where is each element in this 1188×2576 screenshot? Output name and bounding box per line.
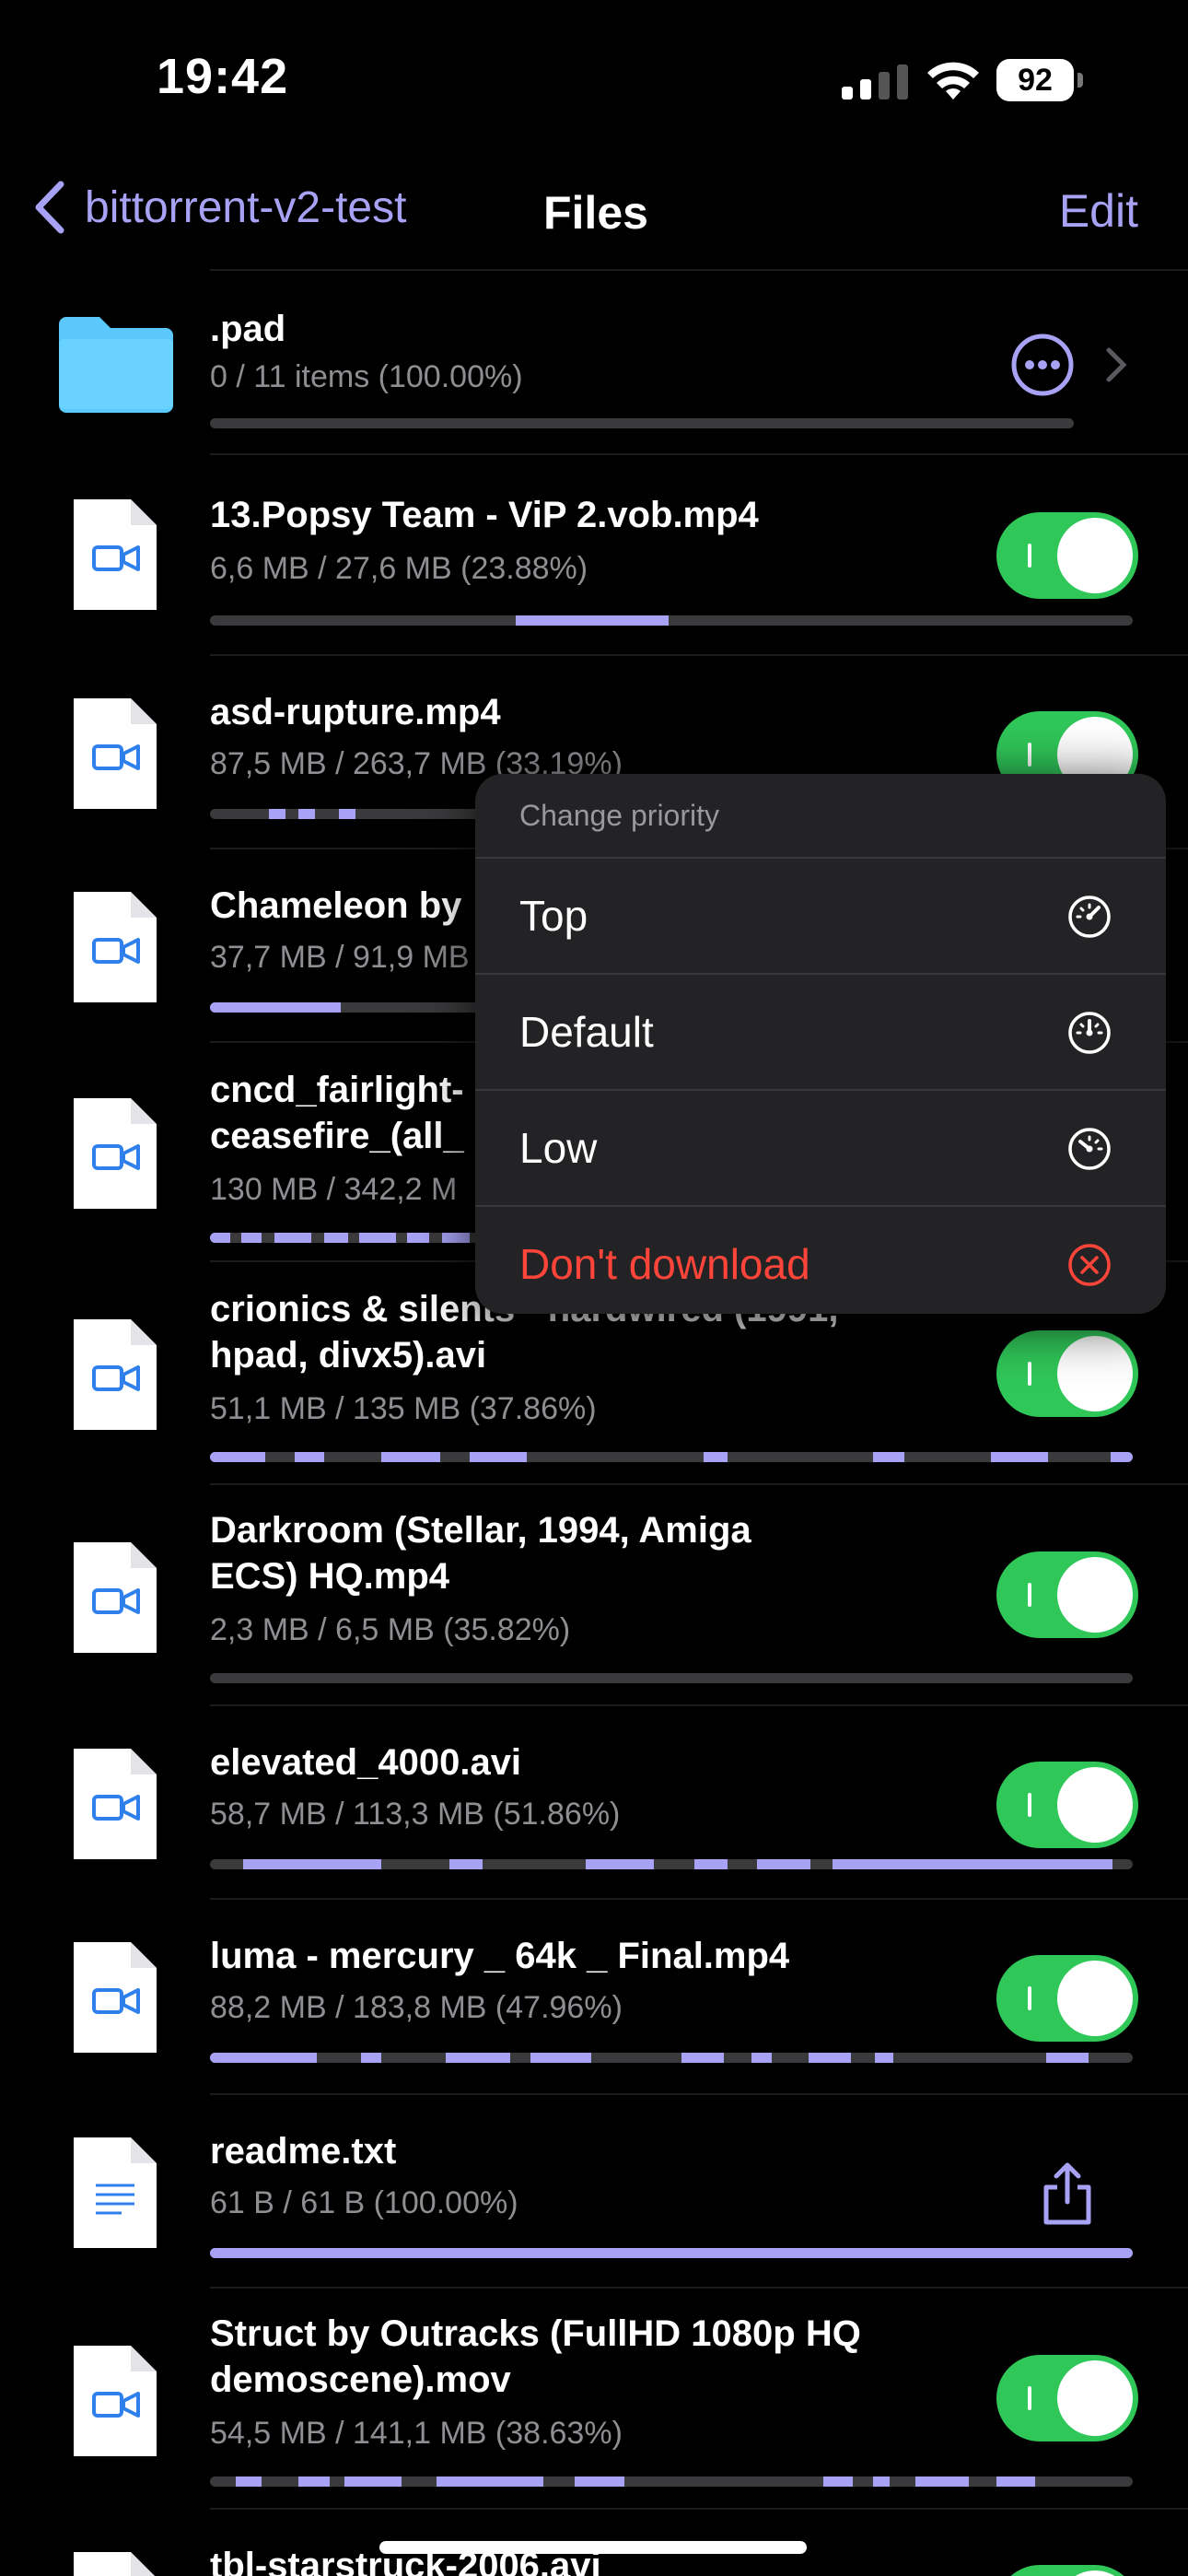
file-name: asd-rupture.mp4 bbox=[210, 692, 501, 732]
file-name-line2: ECS) HQ.mp4 bbox=[210, 1556, 450, 1597]
status-time: 19:42 bbox=[157, 49, 289, 104]
battery-level: 92 bbox=[996, 59, 1074, 101]
progress-bar bbox=[210, 615, 1133, 626]
list-item[interactable]: .pad 0 / 11 items (100.00%) bbox=[0, 271, 1188, 455]
menu-item-default[interactable]: Default bbox=[475, 975, 1166, 1091]
gauge-high-icon bbox=[1068, 896, 1111, 938]
file-meta: 2,3 MB / 6,5 MB (35.82%) bbox=[210, 1612, 571, 1647]
download-toggle[interactable] bbox=[996, 1762, 1138, 1848]
home-indicator[interactable] bbox=[379, 2541, 807, 2554]
file-name: .pad bbox=[210, 309, 286, 349]
list-item[interactable]: 13.Popsy Team - ViP 2.vob.mp4 6,6 MB / 2… bbox=[0, 455, 1188, 656]
file-meta: 37,7 MB / 91,9 MB bbox=[210, 940, 470, 975]
gauge-mid-icon bbox=[1068, 1012, 1111, 1054]
progress-bar bbox=[210, 1859, 1133, 1869]
battery-indicator: 92 bbox=[996, 59, 1084, 103]
menu-item-label: Top bbox=[519, 892, 588, 940]
back-button[interactable]: bittorrent-v2-test bbox=[29, 179, 406, 236]
status-bar: 19:42 92 bbox=[0, 0, 1188, 138]
list-item[interactable]: Darkroom (Stellar, 1994, Amiga ECS) HQ.m… bbox=[0, 1485, 1188, 1706]
file-meta: 88,2 MB / 183,8 MB (47.96%) bbox=[210, 1990, 623, 2025]
text-file-icon bbox=[74, 2137, 157, 2248]
list-item[interactable]: luma - mercury _ 64k _ Final.mp4 88,2 MB… bbox=[0, 1900, 1188, 2095]
file-name: 13.Popsy Team - ViP 2.vob.mp4 bbox=[210, 495, 759, 535]
video-file-icon bbox=[74, 1319, 157, 1430]
edit-button[interactable]: Edit bbox=[1059, 184, 1138, 238]
progress-bar bbox=[210, 2476, 1133, 2487]
download-toggle[interactable] bbox=[996, 1551, 1138, 1638]
x-circle-icon bbox=[1068, 1244, 1111, 1286]
menu-item-low[interactable]: Low bbox=[475, 1091, 1166, 1207]
progress-bar bbox=[210, 1452, 1133, 1462]
progress-bar bbox=[210, 1673, 1133, 1683]
file-meta: 51,1 MB / 135 MB (37.86%) bbox=[210, 1391, 597, 1426]
file-name-line1: cncd_fairlight- bbox=[210, 1070, 464, 1110]
video-file-icon bbox=[74, 1542, 157, 1653]
file-name: elevated_4000.avi bbox=[210, 1742, 522, 1783]
more-options-button[interactable] bbox=[1009, 332, 1076, 398]
file-meta: 130 MB / 342,2 M bbox=[210, 1172, 458, 1207]
list-item[interactable]: elevated_4000.avi 58,7 MB / 113,3 MB (51… bbox=[0, 1706, 1188, 1900]
video-file-icon bbox=[74, 2346, 157, 2456]
download-toggle[interactable] bbox=[996, 512, 1138, 599]
file-meta: 61 B / 61 B (100.00%) bbox=[210, 2185, 518, 2220]
file-meta: 0 / 11 items (100.00%) bbox=[210, 359, 523, 394]
share-button[interactable] bbox=[1039, 2160, 1096, 2226]
menu-header: Change priority bbox=[475, 774, 1166, 859]
video-file-icon bbox=[74, 892, 157, 1002]
file-meta: 58,7 MB / 113,3 MB (51.86%) bbox=[210, 1797, 621, 1832]
file-name-line2: demoscene).mov bbox=[210, 2359, 511, 2400]
menu-item-label: Don't download bbox=[519, 1240, 810, 1288]
file-name-line1: Struct by Outracks (FullHD 1080p HQ bbox=[210, 2313, 861, 2354]
menu-item-dont-download[interactable]: Don't download bbox=[475, 1207, 1166, 1314]
chevron-left-icon bbox=[35, 181, 64, 234]
menu-item-label: Default bbox=[519, 1008, 654, 1056]
file-name-line2: ceasefire_(all_ bbox=[210, 1116, 464, 1156]
menu-item-label: Low bbox=[519, 1124, 598, 1172]
progress-bar bbox=[210, 2248, 1133, 2258]
list-item[interactable]: readme.txt 61 B / 61 B (100.00%) bbox=[0, 2095, 1188, 2289]
download-toggle[interactable] bbox=[996, 2565, 1138, 2576]
video-file-icon bbox=[74, 499, 157, 610]
video-file-icon bbox=[74, 2552, 155, 2576]
file-name-line2: hpad, divx5).avi bbox=[210, 1335, 487, 1376]
page-title: Files bbox=[543, 187, 648, 239]
menu-item-top[interactable]: Top bbox=[475, 859, 1166, 975]
list-item[interactable]: Struct by Outracks (FullHD 1080p HQ demo… bbox=[0, 2289, 1188, 2510]
video-file-icon bbox=[74, 1098, 157, 1209]
chevron-right-icon bbox=[1106, 347, 1127, 382]
cellular-signal-icon bbox=[842, 64, 908, 100]
video-file-icon bbox=[74, 1749, 157, 1859]
progress-bar bbox=[210, 2053, 1133, 2063]
file-name: Chameleon by bbox=[210, 885, 462, 926]
file-name-line1: Darkroom (Stellar, 1994, Amiga bbox=[210, 1510, 751, 1551]
wifi-icon bbox=[927, 62, 979, 100]
gauge-low-icon bbox=[1068, 1128, 1111, 1170]
progress-segment bbox=[516, 615, 669, 626]
file-meta: 54,5 MB / 141,1 MB (38.63%) bbox=[210, 2416, 623, 2451]
file-meta: 6,6 MB / 27,6 MB (23.88%) bbox=[210, 551, 588, 586]
download-toggle[interactable] bbox=[996, 2355, 1138, 2441]
back-button-label: bittorrent-v2-test bbox=[85, 182, 407, 232]
file-name: luma - mercury _ 64k _ Final.mp4 bbox=[210, 1936, 790, 1976]
video-file-icon bbox=[74, 1942, 157, 2053]
video-file-icon bbox=[74, 698, 157, 809]
progress-bar bbox=[210, 418, 1074, 428]
folder-icon bbox=[59, 317, 173, 413]
navigation-bar: bittorrent-v2-test Files Edit bbox=[0, 166, 1188, 267]
change-priority-menu: Change priority Top Default Low Don't do… bbox=[475, 774, 1166, 1314]
battery-tip bbox=[1077, 73, 1083, 88]
file-name: readme.txt bbox=[210, 2131, 397, 2172]
download-toggle[interactable] bbox=[996, 1955, 1138, 2042]
download-toggle[interactable] bbox=[996, 1330, 1138, 1417]
